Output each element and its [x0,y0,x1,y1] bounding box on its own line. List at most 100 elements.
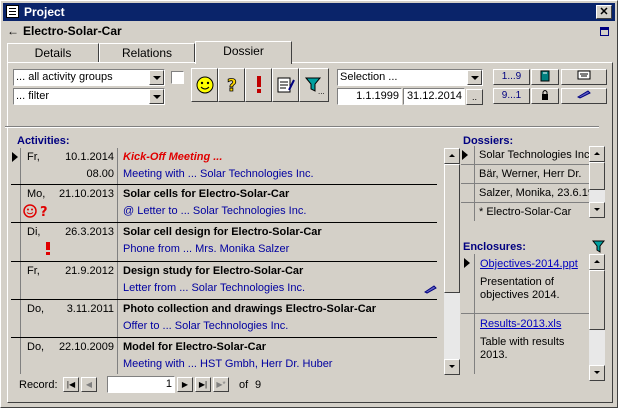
activity-subtitle: @ Letter to ... Solar Technologies Inc. [123,205,307,217]
first-record-button[interactable]: |◀ [63,377,79,392]
edit-note-button[interactable] [272,68,299,102]
activity-day: Fr, [27,151,40,163]
row-selector[interactable] [461,184,475,202]
important-button[interactable] [245,68,272,102]
row-selector[interactable] [11,223,21,261]
chevron-down-icon[interactable] [467,70,482,85]
activity-subtitle: Letter from ... Solar Technologies Inc. [123,282,305,294]
activities-label: Activities: [17,135,70,147]
dossiers-list: Solar Technologies Inc Bär, Werner, Herr… [461,146,589,221]
pen-icon [576,90,591,99]
scroll-up-button[interactable] [444,148,460,164]
activity-row[interactable]: Fr, 10.1.2014 08.00 Kick-Off Meeting ...… [11,148,437,185]
activity-row[interactable]: Di, 26.3.2013 Solar cell design for Elec… [11,223,437,262]
activity-subtitle: Meeting with ... HST Gmbh, Herr Dr. Hube… [123,358,333,370]
row-selector[interactable] [11,262,21,299]
row-selector[interactable] [461,165,475,183]
scroll-thumb[interactable] [589,162,605,190]
row-selector[interactable] [11,185,21,222]
activities-list: Fr, 10.1.2014 08.00 Kick-Off Meeting ...… [11,148,437,374]
scroll-down-button[interactable] [589,202,605,218]
back-arrow-icon[interactable]: ← [7,24,19,38]
row-selector[interactable] [11,338,21,374]
record-title: Electro-Solar-Car [23,24,122,38]
divider [5,126,599,128]
exclamation-status-icon [46,242,50,255]
book-button[interactable] [531,69,559,85]
tab-dossier[interactable]: Dossier [195,41,292,64]
restore-icon[interactable] [600,27,609,36]
activity-groups-select[interactable]: ... all activity groups [13,69,165,86]
activity-row[interactable]: Do, 3.11.2011 Photo collection and drawi… [11,300,437,338]
record-number-input[interactable]: 1 [107,376,175,393]
column-divider [117,300,118,337]
project-window: Project ✕ ← Electro-Solar-Car Details Rel… [0,0,618,408]
column-divider [117,338,118,374]
chevron-down-icon[interactable] [149,70,164,85]
previous-record-button[interactable]: ◀ [81,377,97,392]
close-button[interactable]: ✕ [596,5,612,19]
selection-select[interactable]: Selection ... [337,69,483,86]
activity-title: Solar cell design for Electro-Solar-Car [123,226,322,238]
dossiers-scrollbar[interactable] [589,146,605,218]
row-selector[interactable] [461,203,475,221]
enclosure-file-link[interactable]: Objectives-2014.ppt [480,258,578,270]
group-checkbox[interactable] [171,71,184,84]
dossier-name: Salzer, Monika, 23.6.19 [479,187,589,199]
selection-value: Selection ... [340,71,398,83]
row-selector[interactable] [11,148,21,184]
next-record-button[interactable]: ▶ [177,377,193,392]
book-icon [540,70,550,82]
dossier-row[interactable]: Bär, Werner, Herr Dr. [461,165,589,184]
dossier-row[interactable]: * Electro-Solar-Car [461,203,589,222]
activity-row[interactable]: Do, 22.10.2009 Model for Electro-Solar-C… [11,338,437,374]
activity-date: 21.9.2012 [65,265,114,277]
activity-row[interactable]: Fr, 21.9.2012 Design study for Electro-S… [11,262,437,300]
sort-ascending-button[interactable]: 1...9 [493,69,530,85]
question-button[interactable]: ? [218,68,245,102]
activity-date: 21.10.2013 [58,188,114,200]
dossier-row[interactable]: Salzer, Monika, 23.6.19 [461,184,589,203]
scroll-up-button[interactable] [589,254,605,270]
row-selector[interactable] [461,254,475,313]
record-total: 9 [255,379,262,391]
sort-descending-button[interactable]: 9...1 [493,88,530,104]
tab-relations[interactable]: Relations [99,43,195,63]
date-picker-button[interactable]: .. [466,89,483,105]
activity-title: Design study for Electro-Solar-Car [123,265,304,277]
row-selector[interactable] [11,300,21,337]
row-selector[interactable] [461,314,475,374]
activity-groups-value: ... all activity groups [16,71,113,83]
filter-button[interactable]: ... [299,68,329,102]
activity-subtitle: Phone from ... Mrs. Monika Salzer [123,243,290,255]
activity-day: Mo, [27,188,46,200]
keyboard-button[interactable] [561,69,607,85]
scroll-down-button[interactable] [444,359,460,375]
scroll-thumb[interactable] [589,270,605,330]
tab-details[interactable]: Details [7,43,99,63]
enclosure-filter-icon[interactable] [592,240,605,253]
scroll-up-button[interactable] [589,146,605,162]
filter-select[interactable]: ... filter [13,88,165,105]
enclosure-row[interactable]: Results-2013.xls Table with results 2013… [461,314,589,374]
last-record-button[interactable]: ▶| [195,377,211,392]
enclosure-file-link[interactable]: Results-2013.xls [480,318,561,330]
date-to-input[interactable]: 31.12.2014 [403,88,465,105]
date-from-input[interactable]: 1.1.1999 [337,88,402,105]
exclamation-icon [256,76,261,93]
pen-button[interactable] [561,88,607,104]
enclosure-row[interactable]: Objectives-2014.ppt Presentation of obje… [461,254,589,314]
activities-scrollbar[interactable] [444,148,460,375]
new-record-button[interactable]: ▶* [213,377,229,392]
row-selector[interactable] [461,146,475,164]
dossier-row[interactable]: Solar Technologies Inc [461,146,589,165]
smiley-button[interactable] [191,68,218,102]
lock-button[interactable] [531,88,559,104]
scroll-thumb[interactable] [444,164,460,293]
svg-text:?: ? [227,76,237,95]
activity-row[interactable]: Mo, 21.10.2013 ? Solar cells for Electro… [11,185,437,223]
chevron-down-icon[interactable] [149,89,164,104]
scroll-down-button[interactable] [589,365,605,381]
enclosures-scrollbar[interactable] [589,254,605,381]
activity-date: 26.3.2013 [65,226,114,238]
